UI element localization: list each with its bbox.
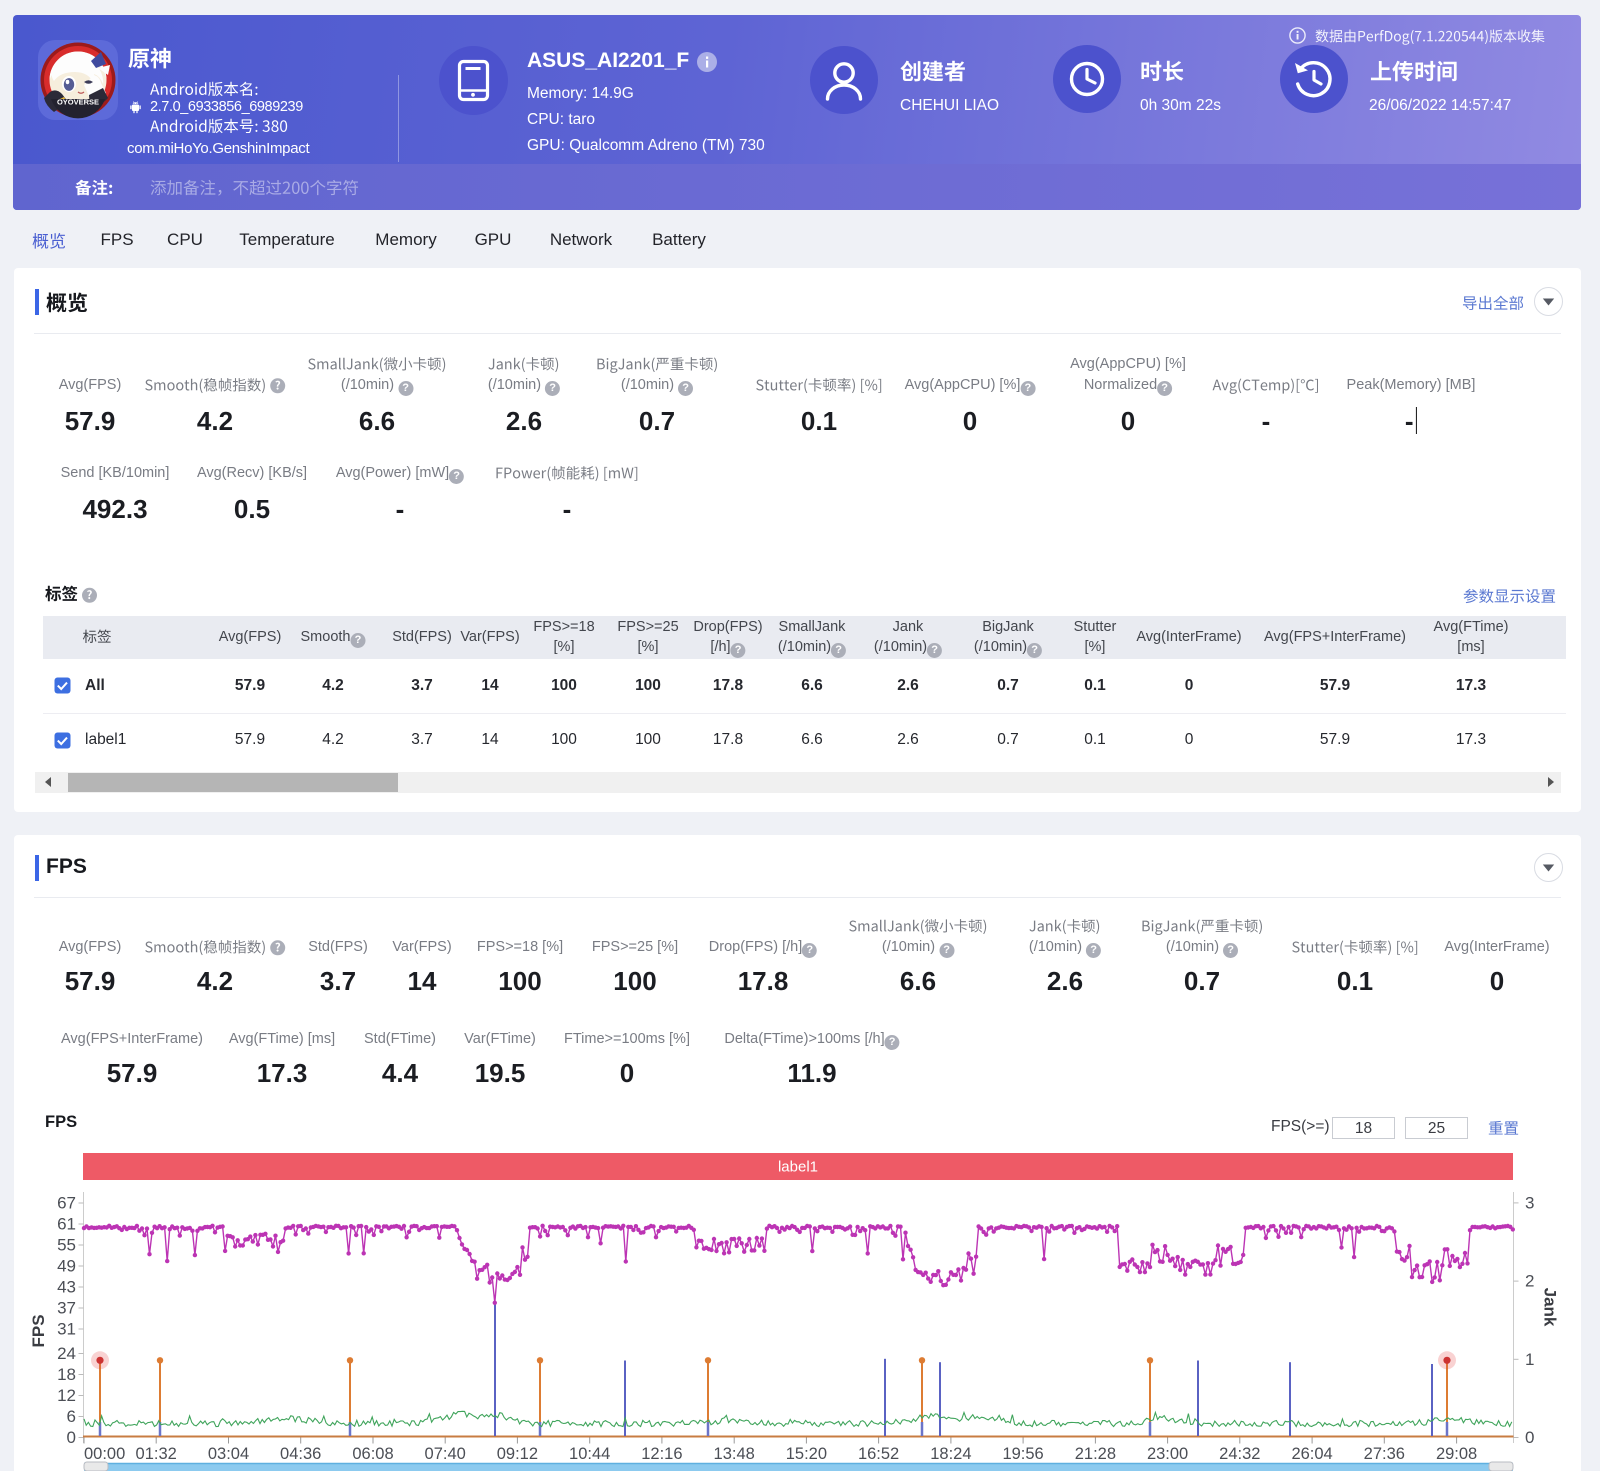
svg-text:10:44: 10:44 — [569, 1445, 610, 1463]
svg-text:21:28: 21:28 — [1075, 1445, 1116, 1463]
svg-text:15:20: 15:20 — [786, 1445, 827, 1463]
svg-text:01:32: 01:32 — [136, 1445, 177, 1463]
svg-text:06:08: 06:08 — [352, 1445, 393, 1463]
svg-text:27:36: 27:36 — [1364, 1445, 1405, 1463]
svg-text:26:04: 26:04 — [1291, 1445, 1332, 1463]
svg-text:61: 61 — [57, 1215, 76, 1234]
svg-text:label1: label1 — [778, 1159, 818, 1176]
svg-text:12:16: 12:16 — [641, 1445, 682, 1463]
svg-text:04:36: 04:36 — [280, 1445, 321, 1463]
svg-text:18: 18 — [57, 1365, 76, 1384]
svg-text:18:24: 18:24 — [930, 1445, 971, 1463]
svg-text:07:40: 07:40 — [425, 1445, 466, 1463]
svg-text:03:04: 03:04 — [208, 1445, 249, 1463]
svg-text:31: 31 — [57, 1320, 76, 1339]
svg-text:3: 3 — [1525, 1193, 1534, 1212]
svg-text:37: 37 — [57, 1299, 76, 1318]
svg-text:16:52: 16:52 — [858, 1445, 899, 1463]
svg-text:24:32: 24:32 — [1219, 1445, 1260, 1463]
svg-text:0: 0 — [67, 1428, 76, 1447]
svg-text:1: 1 — [1525, 1350, 1534, 1369]
svg-text:00:00: 00:00 — [84, 1445, 125, 1463]
svg-text:29:08: 29:08 — [1436, 1445, 1477, 1463]
svg-text:Jank: Jank — [1541, 1288, 1560, 1327]
svg-text:43: 43 — [57, 1278, 76, 1297]
svg-text:0: 0 — [1525, 1428, 1534, 1447]
svg-text:23:00: 23:00 — [1147, 1445, 1188, 1463]
svg-text:19:56: 19:56 — [1002, 1445, 1043, 1463]
svg-text:12: 12 — [57, 1386, 76, 1405]
svg-text:OYOVERSE: OYOVERSE — [57, 98, 99, 107]
svg-text:FPS: FPS — [30, 1314, 48, 1347]
svg-text:09:12: 09:12 — [497, 1445, 538, 1463]
svg-text:55: 55 — [57, 1236, 76, 1255]
svg-text:13:48: 13:48 — [714, 1445, 755, 1463]
svg-text:6: 6 — [67, 1407, 76, 1426]
svg-text:2: 2 — [1525, 1272, 1534, 1291]
svg-text:49: 49 — [57, 1257, 76, 1276]
svg-text:24: 24 — [57, 1344, 76, 1363]
svg-text:67: 67 — [57, 1194, 76, 1213]
